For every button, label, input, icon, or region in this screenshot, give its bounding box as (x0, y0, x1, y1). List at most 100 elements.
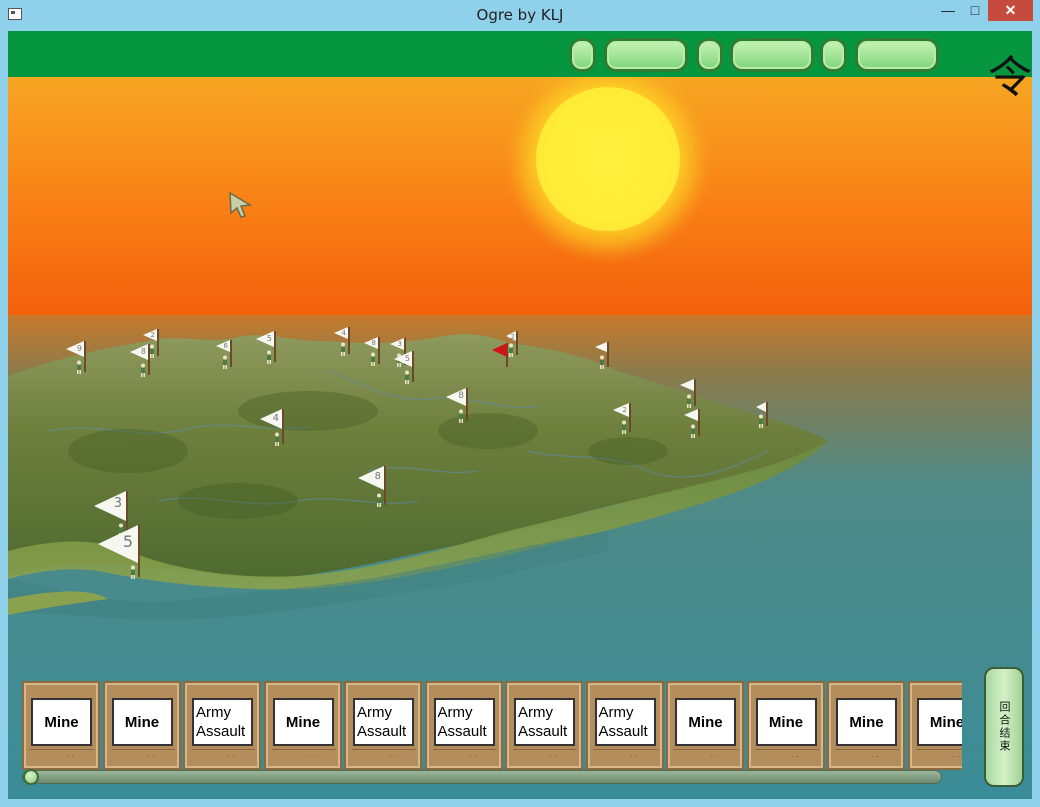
minimize-button[interactable]: — (935, 0, 961, 21)
faction-logo-icon: 令 (988, 52, 1032, 103)
soldier-icon (456, 409, 464, 423)
card-assault[interactable]: Army Assault (505, 681, 583, 770)
card-mine[interactable]: Mine (666, 681, 744, 770)
soldier-icon (368, 352, 376, 366)
flag-pole (694, 379, 696, 406)
card-assault[interactable]: Army Assault (344, 681, 422, 770)
mouse-cursor-icon (229, 191, 253, 218)
soldier-icon (74, 360, 82, 374)
card-label: Army Assault (357, 704, 407, 740)
flag-pole (84, 341, 86, 372)
unit-flag[interactable]: 8 (446, 388, 468, 423)
unit-flag[interactable]: 5 (98, 525, 140, 579)
card-face: Army Assault (353, 698, 414, 746)
card-footer (513, 749, 577, 765)
card-face: Army Assault (192, 698, 253, 746)
card-label: Mine (124, 713, 160, 731)
card-scrollbar-knob[interactable] (23, 769, 39, 785)
card-mine[interactable]: Mine (102, 681, 181, 770)
soldier-icon (597, 355, 605, 369)
unit-flag[interactable]: 8 (358, 466, 386, 507)
soldier-icon (684, 394, 692, 408)
flag-number: 2 (150, 331, 155, 339)
hud-pill-button-6[interactable] (855, 38, 939, 72)
unit-flag[interactable]: 2 (506, 331, 518, 357)
hud-pill-button-2[interactable] (604, 38, 688, 72)
unit-flag[interactable] (756, 402, 768, 428)
unit-flag[interactable]: 6 (216, 340, 232, 369)
flag-number: 8 (371, 339, 376, 347)
card-mine[interactable]: Mine (907, 681, 962, 770)
unit-flag[interactable] (684, 409, 700, 438)
soldier-icon (338, 342, 346, 356)
soldier-icon (402, 370, 410, 384)
flag-pole (629, 403, 631, 432)
flag-number: 9 (76, 344, 82, 353)
card-footer (593, 749, 658, 765)
card-label: Army Assault (437, 704, 487, 740)
card-assault[interactable]: Army Assault (424, 681, 503, 770)
unit-flag[interactable]: 5 (394, 351, 414, 384)
card-face: Mine (916, 698, 962, 746)
card-footer (674, 749, 738, 765)
flag-pole (466, 388, 468, 421)
card-footer (432, 749, 497, 765)
title-bar: Ogre by KLJ — □ ✕ (0, 0, 1040, 31)
soldier-icon (619, 420, 627, 434)
hud-pill-button-3[interactable] (696, 38, 723, 72)
card-footer (110, 749, 175, 765)
flag-pole (282, 409, 284, 444)
card-label: Army Assault (598, 704, 648, 740)
card-assault[interactable]: Army Assault (585, 681, 664, 770)
card-footer (835, 749, 899, 765)
card-assault[interactable]: Army Assault (183, 681, 261, 770)
flag-cloth (680, 379, 694, 391)
card-mine[interactable]: Mine (827, 681, 905, 770)
unit-flag[interactable]: 4 (260, 409, 284, 446)
flag-number: 5 (266, 334, 272, 343)
maximize-button[interactable]: □ (962, 0, 988, 21)
soldier-icon (374, 493, 382, 507)
unit-flag[interactable] (680, 379, 696, 408)
card-label: Army Assault (518, 704, 568, 740)
card-face: Army Assault (594, 698, 656, 746)
soldier-icon (128, 565, 136, 579)
card-mine[interactable]: Mine (22, 681, 100, 770)
hud-pill-button-4[interactable] (730, 38, 814, 72)
card-scrollbar-track[interactable] (22, 770, 942, 784)
unit-flag[interactable]: 4 (334, 327, 350, 356)
unit-flag[interactable] (595, 342, 609, 369)
game-viewport[interactable]: 令 9286548358224835 MineMineArmy AssaultM… (8, 31, 1032, 799)
card-face: Mine (111, 698, 173, 746)
flag-pole (274, 331, 276, 362)
flag-pole (378, 337, 380, 364)
end-turn-label: 回合结束 (998, 701, 1011, 753)
unit-flag[interactable]: 9 (66, 341, 86, 374)
flag-pole (157, 329, 159, 356)
end-turn-button[interactable]: 回合结束 (984, 667, 1024, 787)
hud-pill-button-1[interactable] (569, 38, 596, 72)
hud-pill-button-5[interactable] (820, 38, 847, 72)
soldier-icon (688, 424, 696, 438)
flag-pole (148, 344, 150, 375)
unit-flag[interactable]: 8 (364, 337, 380, 366)
flag-number: 2 (622, 406, 627, 414)
unit-flag[interactable]: 8 (130, 344, 150, 377)
flag-cloth (684, 409, 698, 421)
card-label: Mine (929, 713, 962, 731)
card-face: Mine (31, 698, 92, 746)
card-label: Army Assault (196, 704, 246, 740)
card-face: Mine (755, 698, 817, 746)
card-mine[interactable]: Mine (746, 681, 825, 770)
soldier-icon (264, 350, 272, 364)
flag-pole (766, 402, 768, 426)
card-label: Mine (688, 713, 723, 731)
soldier-icon (272, 432, 280, 446)
unit-flag[interactable]: 2 (613, 403, 631, 434)
card-label: Mine (44, 713, 79, 731)
flag-pole (138, 525, 140, 577)
unit-flag[interactable]: 5 (256, 331, 276, 364)
card-mine[interactable]: Mine (263, 681, 342, 770)
card-footer (271, 749, 336, 765)
close-button[interactable]: ✕ (988, 0, 1033, 21)
